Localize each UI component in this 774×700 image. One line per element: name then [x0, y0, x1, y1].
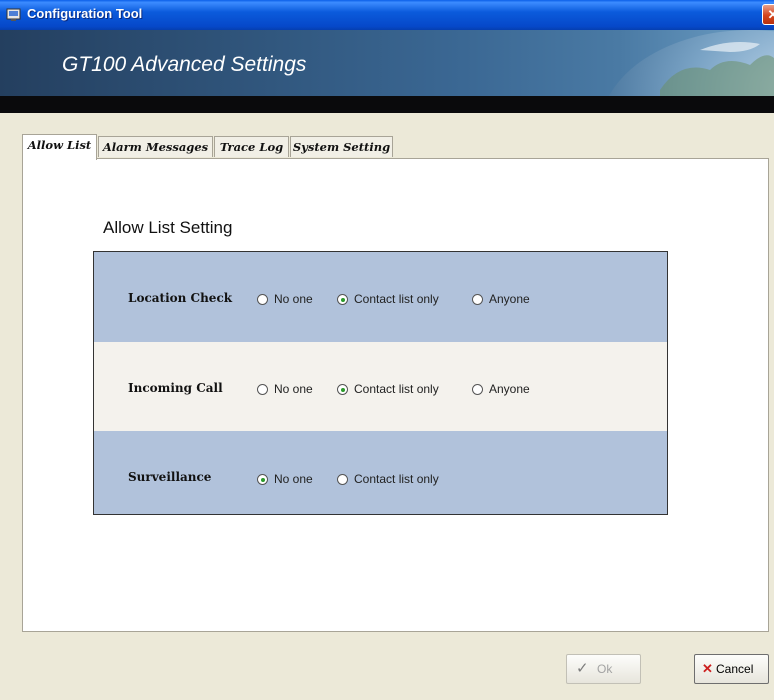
option-label: No one	[274, 382, 313, 396]
tab-trace-log[interactable]: Trace Log	[214, 136, 289, 157]
row-location-check: Location Check No one Contact list only …	[94, 252, 667, 342]
cancel-label: Cancel	[716, 662, 754, 676]
radio-icon[interactable]	[337, 474, 348, 485]
cancel-button[interactable]: ✕ Cancel	[694, 654, 769, 684]
ok-button[interactable]: ✓ Ok	[566, 654, 641, 684]
incoming-call-contact-list-only-radio[interactable]: Contact list only	[337, 381, 439, 397]
header-banner: GT100 Advanced Settings	[0, 30, 774, 96]
radio-icon[interactable]	[257, 294, 268, 305]
checkmark-icon: ✓	[576, 660, 589, 677]
row-label: Incoming Call	[128, 381, 223, 395]
ok-label: Ok	[597, 662, 613, 676]
radio-selected-icon[interactable]	[337, 294, 348, 305]
close-button[interactable]: ✕	[762, 4, 774, 25]
incoming-call-no-one-radio[interactable]: No one	[257, 381, 313, 397]
option-label: Contact list only	[354, 382, 439, 396]
location-check-contact-list-only-radio[interactable]: Contact list only	[337, 291, 439, 307]
radio-selected-icon[interactable]	[337, 384, 348, 395]
radio-icon[interactable]	[472, 384, 483, 395]
window-title: Configuration Tool	[27, 6, 143, 21]
row-label: Location Check	[128, 291, 233, 305]
option-label: Contact list only	[354, 472, 439, 486]
radio-icon[interactable]	[257, 384, 268, 395]
allow-list-table: Location Check No one Contact list only …	[93, 251, 668, 515]
location-check-no-one-radio[interactable]: No one	[257, 291, 313, 307]
x-icon: ✕	[702, 661, 713, 676]
surveillance-no-one-radio[interactable]: No one	[257, 471, 313, 487]
globe-image	[608, 30, 774, 96]
option-label: Anyone	[489, 382, 530, 396]
tab-system-setting[interactable]: System Setting	[290, 136, 393, 157]
option-label: No one	[274, 292, 313, 306]
surveillance-contact-list-only-radio[interactable]: Contact list only	[337, 471, 439, 487]
row-incoming-call: Incoming Call No one Contact list only A…	[94, 342, 667, 431]
location-check-anyone-radio[interactable]: Anyone	[472, 291, 530, 307]
option-label: No one	[274, 472, 313, 486]
section-title: Allow List Setting	[103, 218, 233, 237]
banner-title: GT100 Advanced Settings	[62, 53, 307, 76]
tab-alarm-messages[interactable]: Alarm Messages	[98, 136, 213, 157]
incoming-call-anyone-radio[interactable]: Anyone	[472, 381, 530, 397]
option-label: Anyone	[489, 292, 530, 306]
tab-allow-list[interactable]: Allow List	[22, 134, 97, 160]
title-bar: Configuration Tool ✕	[0, 0, 774, 30]
app-icon	[6, 8, 21, 21]
radio-icon[interactable]	[472, 294, 483, 305]
row-surveillance: Surveillance No one Contact list only	[94, 431, 667, 514]
radio-selected-icon[interactable]	[257, 474, 268, 485]
option-label: Contact list only	[354, 292, 439, 306]
banner-divider	[0, 96, 774, 113]
row-label: Surveillance	[128, 470, 212, 484]
